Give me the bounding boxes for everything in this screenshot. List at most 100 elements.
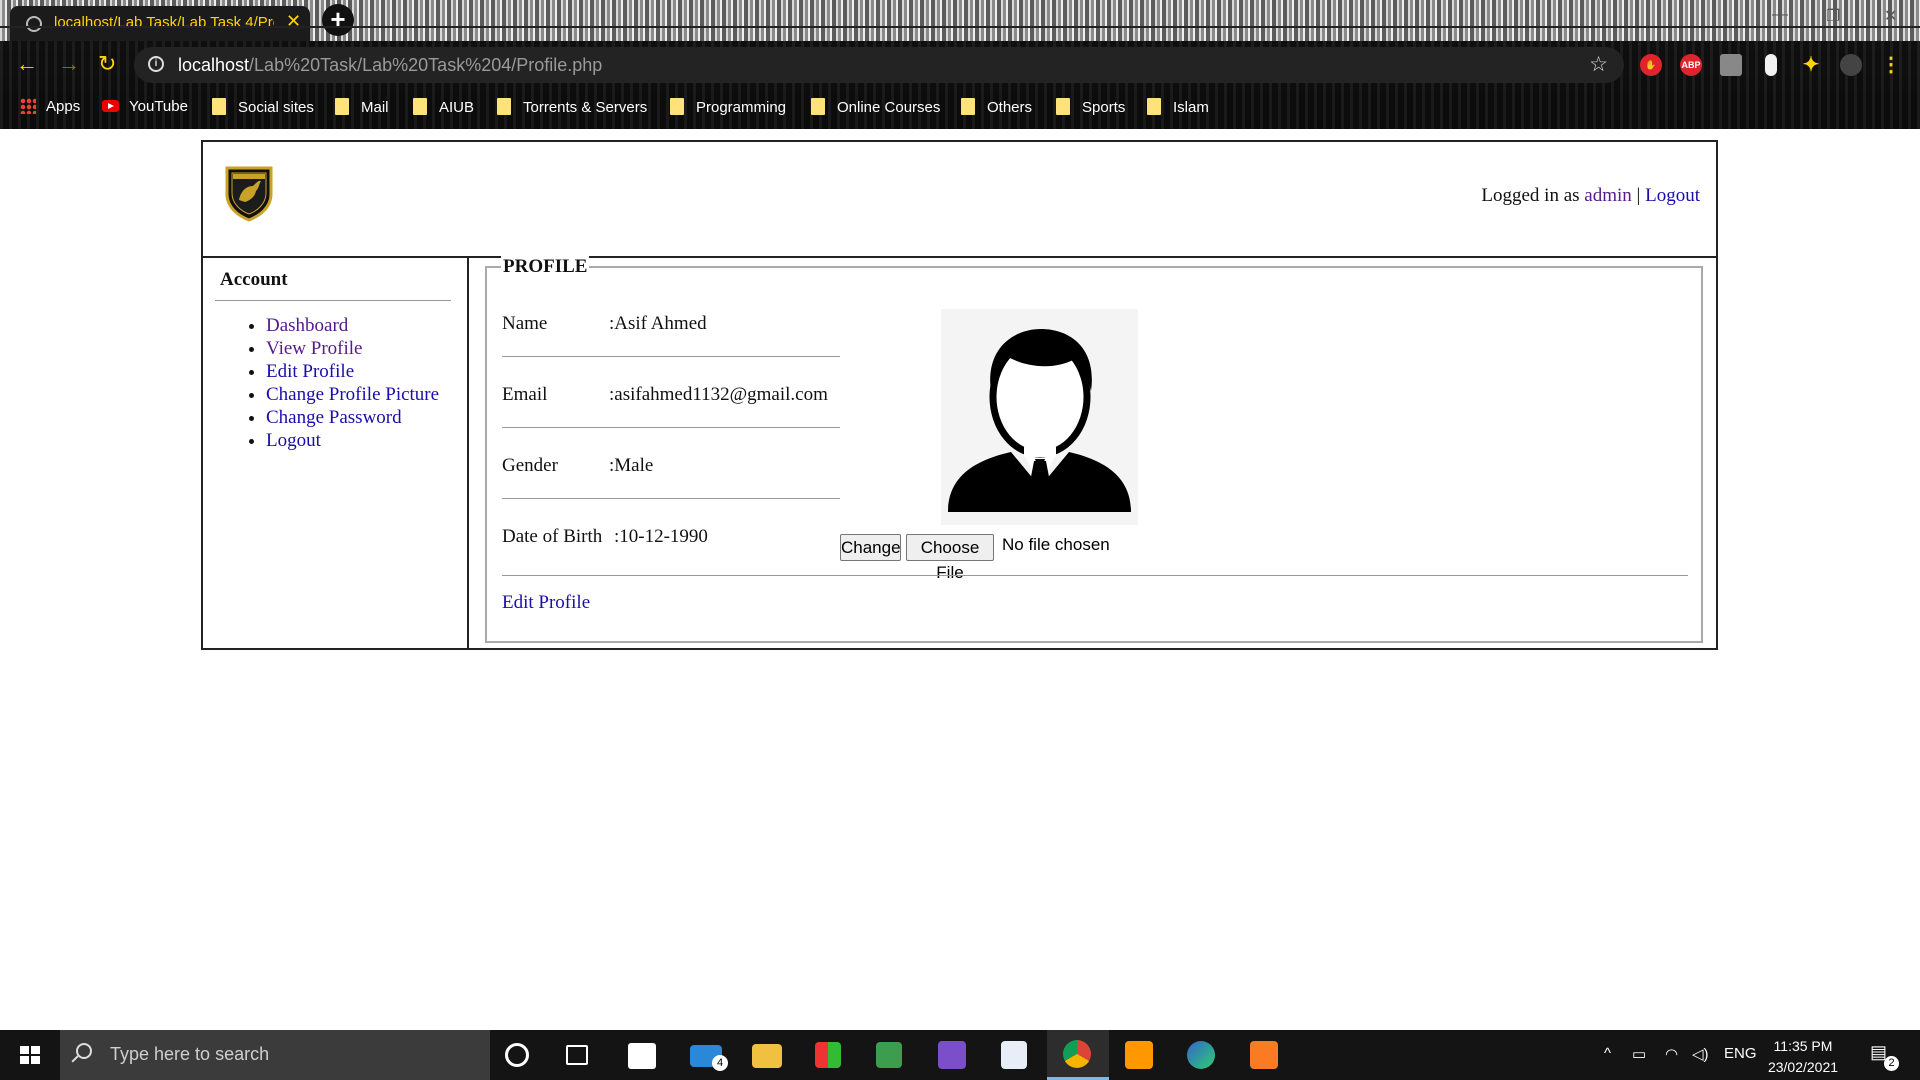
wifi-icon[interactable]: ◠ [1665,1045,1678,1063]
change-password-link[interactable]: Change Password [266,407,402,428]
bookmark-label: Islam [1173,99,1209,116]
reload-icon[interactable]: ↻ [98,51,116,77]
chrome-taskbar-active[interactable] [1047,1030,1109,1080]
mail-badge: 4 [712,1055,728,1071]
bookmark-sports[interactable]: Sports [1056,98,1125,120]
windows-start-icon[interactable] [0,1030,60,1080]
extension-toggle-icon[interactable] [1765,54,1777,76]
restore-icon[interactable]: ❐ [1826,6,1840,26]
field-label: Date of Birth [502,526,603,547]
sidebar-item-dashboard: Dashboard [266,314,439,337]
change-profile-picture-link[interactable]: Change Profile Picture [266,384,439,405]
menu-kebab-icon[interactable]: ⋮ [1880,54,1902,76]
task-view-icon[interactable] [566,1045,588,1065]
layout-table: Logged in as admin | Logout Account Dash… [201,140,1718,650]
dashboard-link[interactable]: Dashboard [266,315,348,336]
new-tab-button[interactable]: + [322,4,354,36]
bookmark-social-sites[interactable]: Social sites [212,98,314,120]
bookmark-apps[interactable]: Apps [20,98,80,120]
bookmark-programming[interactable]: Programming [670,98,786,120]
cortana-icon[interactable] [505,1043,529,1067]
edit-profile-link[interactable]: Edit Profile [266,361,354,382]
volume-icon[interactable]: ◁) [1692,1045,1709,1063]
bookmark-aiub[interactable]: AIUB [413,98,474,120]
folder-icon [670,98,684,115]
url-path: /Lab%20Task/Lab%20Task%204/Profile.php [249,55,603,75]
minimize-icon[interactable]: — [1772,6,1788,24]
tab-close-icon[interactable]: ✕ [286,11,301,32]
account-sidebar: Account Dashboard View Profile Edit Prof… [203,256,469,648]
url-text[interactable]: localhost/Lab%20Task/Lab%20Task%204/Prof… [178,55,602,76]
folder-icon [212,98,226,115]
username-link[interactable]: admin [1584,185,1632,206]
folder-icon [413,98,427,115]
view-profile-link[interactable]: View Profile [266,338,362,359]
bookmark-label: Mail [361,99,389,116]
bookmark-islam[interactable]: Islam [1147,98,1209,120]
battery-icon[interactable]: ▭ [1632,1045,1646,1063]
edge-icon[interactable] [1187,1041,1215,1069]
store-icon[interactable] [628,1043,656,1069]
bookmark-label: Online Courses [837,99,941,116]
browser-chrome: localhost/Lab Task/Lab Task 4/Profile.ph… [0,0,1920,129]
sidebar-logout-link[interactable]: Logout [266,430,321,451]
back-icon[interactable]: ← [16,51,38,77]
folder-icon [497,98,511,115]
search-placeholder: Type here to search [110,1044,270,1064]
browser-toolbar: ← → ↻ i localhost/Lab%20Task/Lab%20Task%… [0,41,1920,89]
clock-date: 23/02/2021 [1767,1059,1839,1075]
paint-icon[interactable] [1001,1041,1027,1069]
tab-title: localhost/Lab Task/Lab Task 4/Profile.ph… [54,14,274,31]
change-picture-button[interactable]: Change [840,534,901,561]
sidebar-item-logout: Logout [266,429,439,452]
page-content: Logged in as admin | Logout Account Dash… [0,129,1920,1030]
adblock-icon[interactable]: ✋ [1640,54,1662,76]
bookmark-star-icon[interactable]: ☆ [1589,52,1608,77]
taskbar-search[interactable]: Type here to search [60,1030,490,1080]
bookmark-label: YouTube [129,98,188,115]
page-header: Logged in as admin | Logout [203,142,1716,258]
header-logout-link[interactable]: Logout [1645,185,1700,206]
folder-icon [961,98,975,115]
file-explorer-icon[interactable] [752,1044,782,1068]
bookmark-label: Sports [1082,99,1126,116]
field-label: Name [502,313,548,334]
field-value: :10-12-1990 [614,526,708,547]
puzzle-icon[interactable]: ✦ [1800,54,1822,76]
bookmark-label: Others [987,99,1033,116]
sublime-text-icon[interactable] [1125,1041,1153,1069]
clock-time: 11:35 PM [1773,1038,1833,1054]
form-divider [502,575,1688,576]
office-icon[interactable] [815,1042,841,1068]
forward-icon[interactable]: → [58,51,80,77]
visual-studio-icon[interactable] [938,1041,966,1069]
profile-legend: PROFILE [501,256,590,278]
active-tab[interactable]: localhost/Lab Task/Lab Task 4/Profile.ph… [10,6,310,41]
folder-icon [1147,98,1161,115]
profile-picture [941,309,1138,525]
tray-chevron-icon[interactable]: ^ [1604,1045,1611,1062]
folder-icon [811,98,825,115]
bookmark-online-courses[interactable]: Online Courses [811,98,940,120]
bookmark-others[interactable]: Others [961,98,1032,120]
xampp-icon[interactable] [1250,1041,1278,1069]
edit-profile-button-link[interactable]: Edit Profile [502,592,590,614]
choose-file-button[interactable]: Choose File [906,534,994,582]
bookmark-youtube[interactable]: YouTube [102,98,188,120]
bookmark-label: Programming [696,99,787,116]
profile-avatar-icon[interactable] [1840,54,1862,76]
site-info-icon[interactable]: i [148,56,164,72]
bookmark-label: Torrents & Servers [523,99,648,116]
image-editor-icon[interactable] [876,1042,902,1068]
window-close-icon[interactable]: ✕ [1884,6,1897,26]
bookmarks-bar: Apps YouTube Social sites Mail AIUB Torr… [0,89,1920,129]
bookmark-mail[interactable]: Mail [335,98,389,120]
profile-fieldset: PROFILE Name :Asif Ahmed Email :asifahme… [485,256,1703,643]
language-indicator[interactable]: ENG [1724,1045,1757,1062]
abp-icon[interactable]: ABP [1680,54,1702,76]
address-bar[interactable]: i localhost/Lab%20Task/Lab%20Task%204/Pr… [134,47,1624,83]
bookmark-torrents[interactable]: Torrents & Servers [497,98,647,120]
taskbar-clock[interactable]: 11:35 PM 23/02/2021 [1758,1036,1848,1078]
row-divider [502,427,840,428]
extension-icon[interactable] [1720,54,1742,76]
